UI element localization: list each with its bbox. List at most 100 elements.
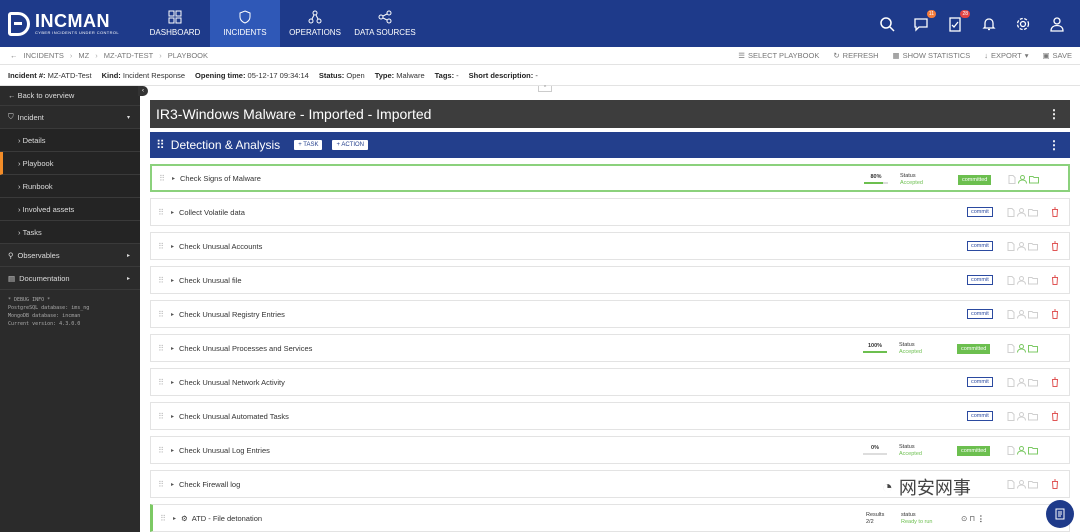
more-vertical-icon[interactable]: ⋮ — [1048, 138, 1060, 152]
tasks-button[interactable]: 28 — [946, 9, 970, 33]
task-row[interactable]: ⠿ ▸ ⚙ ATD - File detonation Results 2/2 status… — [150, 504, 1070, 532]
task-row[interactable]: ⠿ ▸ Check Unusual Accounts commit — [150, 232, 1070, 260]
user-icon[interactable] — [1017, 446, 1026, 455]
expand-arrow-icon[interactable]: ▸ — [173, 515, 181, 522]
nav-dashboard[interactable]: DASHBOARD — [140, 0, 210, 47]
drag-handle-icon[interactable]: ⠿ — [152, 174, 172, 183]
sidebar-item-tasks[interactable]: › Tasks — [0, 221, 140, 244]
expand-arrow-icon[interactable]: ▸ — [171, 243, 179, 250]
back-to-overview[interactable]: ← Back to overview — [0, 86, 140, 106]
commit-button[interactable]: commit — [967, 207, 993, 217]
play-icon[interactable]: ⊙ — [961, 514, 967, 523]
user-icon[interactable] — [1017, 378, 1026, 387]
folder-icon[interactable] — [1028, 344, 1038, 353]
document-icon[interactable] — [1007, 378, 1015, 387]
document-icon[interactable] — [1007, 412, 1015, 421]
user-icon[interactable] — [1017, 242, 1026, 251]
document-icon[interactable] — [1007, 242, 1015, 251]
nav-incidents[interactable]: INCIDENTS — [210, 0, 280, 47]
user-button[interactable] — [1048, 15, 1066, 33]
sidebar-incident[interactable]: ⛉ Incident ▾ — [0, 106, 140, 129]
folder-icon[interactable] — [1028, 242, 1038, 251]
user-icon[interactable] — [1017, 344, 1026, 353]
user-icon[interactable] — [1017, 276, 1026, 285]
settings-button[interactable] — [1014, 15, 1032, 33]
drag-handle-icon[interactable]: ⠿ — [151, 480, 171, 489]
folder-icon[interactable] — [1028, 310, 1038, 319]
drag-handle-icon[interactable]: ⠿ — [151, 446, 171, 455]
trash-icon[interactable] — [1051, 479, 1059, 489]
breadcrumb-incidents[interactable]: INCIDENTS — [24, 51, 64, 60]
drag-handle-icon[interactable]: ⠿ — [156, 138, 165, 152]
sidebar-collapse-button[interactable]: ‹ — [138, 86, 148, 96]
trash-icon[interactable] — [1051, 411, 1059, 421]
document-icon[interactable] — [1007, 310, 1015, 319]
expand-arrow-icon[interactable]: ▸ — [171, 209, 179, 216]
more-vertical-icon[interactable]: ⋮ — [977, 514, 985, 523]
folder-icon[interactable] — [1028, 480, 1038, 489]
trash-icon[interactable] — [1051, 309, 1059, 319]
document-icon[interactable] — [1007, 480, 1015, 489]
back-arrow-icon[interactable]: ← — [10, 51, 18, 60]
folder-icon[interactable] — [1029, 175, 1039, 184]
search-button[interactable] — [878, 15, 896, 33]
document-icon[interactable] — [1007, 344, 1015, 353]
task-row[interactable]: ⠿ ▸ Check Unusual Automated Tasks commit — [150, 402, 1070, 430]
document-icon[interactable] — [1007, 276, 1015, 285]
trash-icon[interactable] — [1051, 241, 1059, 251]
folder-icon[interactable] — [1028, 276, 1038, 285]
nav-operations[interactable]: OPERATIONS — [280, 0, 350, 47]
document-icon[interactable] — [1008, 175, 1016, 184]
trash-icon[interactable] — [1051, 377, 1059, 387]
sidebar-item-runbook[interactable]: › Runbook — [0, 175, 140, 198]
show-statistics-button[interactable]: ▦ SHOW STATISTICS — [893, 51, 971, 60]
drag-handle-icon[interactable]: ⠿ — [151, 378, 171, 387]
more-vertical-icon[interactable]: ⋮ — [1048, 107, 1060, 121]
save-button[interactable]: ▣ SAVE — [1042, 51, 1072, 60]
document-icon[interactable] — [1007, 208, 1015, 217]
breadcrumb-incident[interactable]: MZ-ATD-TEST — [104, 51, 153, 60]
export-button[interactable]: ↓ EXPORT ▾ — [984, 51, 1028, 60]
drag-handle-icon[interactable]: ⠿ — [151, 412, 171, 421]
commit-button[interactable]: commit — [967, 377, 993, 387]
drag-handle-icon[interactable]: ⠿ — [153, 514, 173, 523]
add-task-button[interactable]: + TASK — [294, 140, 323, 150]
document-icon[interactable] — [1007, 446, 1015, 455]
user-icon[interactable] — [1017, 412, 1026, 421]
trash-icon[interactable] — [1051, 207, 1059, 217]
task-row[interactable]: ⠿ ▸ Check Signs of Malware 80% Status Accepte… — [150, 164, 1070, 192]
unlock-icon[interactable]: ⊓ — [969, 514, 975, 523]
trash-icon[interactable] — [1051, 275, 1059, 285]
refresh-button[interactable]: ↻ REFRESH — [833, 51, 878, 60]
breadcrumb-mz[interactable]: MZ — [78, 51, 89, 60]
add-action-button[interactable]: + ACTION — [332, 140, 368, 150]
task-row[interactable]: ⠿ ▸ Check Unusual Log Entries 0% Status Accep… — [150, 436, 1070, 464]
task-row[interactable]: ⠿ ▸ Check Unusual Network Activity commit — [150, 368, 1070, 396]
folder-icon[interactable] — [1028, 208, 1038, 217]
expand-arrow-icon[interactable]: ▸ — [171, 277, 179, 284]
notifications-button[interactable] — [980, 15, 998, 33]
user-icon[interactable] — [1017, 208, 1026, 217]
sidebar-item-details[interactable]: › Details — [0, 129, 140, 152]
sidebar-observables[interactable]: ⚲ Observables ▸ — [0, 244, 140, 267]
commit-button[interactable]: commit — [967, 411, 993, 421]
sidebar-documentation[interactable]: ▤ Documentation ▸ — [0, 267, 140, 290]
select-playbook-button[interactable]: ☰ SELECT PLAYBOOK — [738, 51, 819, 60]
drag-handle-icon[interactable]: ⠿ — [151, 242, 171, 251]
header-expand-button[interactable]: ^ — [538, 86, 552, 92]
expand-arrow-icon[interactable]: ▸ — [171, 345, 179, 352]
nav-data-sources[interactable]: DATA SOURCES — [350, 0, 420, 47]
commit-button[interactable]: commit — [967, 309, 993, 319]
chat-button[interactable]: 11 — [912, 9, 936, 33]
drag-handle-icon[interactable]: ⠿ — [151, 344, 171, 353]
folder-icon[interactable] — [1028, 446, 1038, 455]
expand-arrow-icon[interactable]: ▸ — [171, 413, 179, 420]
commit-button[interactable]: commit — [967, 241, 993, 251]
logo[interactable]: INCMAN CYBER INCIDENTS UNDER CONTROL — [0, 0, 140, 47]
folder-icon[interactable] — [1028, 378, 1038, 387]
task-row[interactable]: ⠿ ▸ Check Unusual Registry Entries commit — [150, 300, 1070, 328]
sidebar-item-involved-assets[interactable]: › Involved assets — [0, 198, 140, 221]
expand-arrow-icon[interactable]: ▸ — [172, 175, 180, 182]
expand-arrow-icon[interactable]: ▸ — [171, 481, 179, 488]
user-icon[interactable] — [1017, 310, 1026, 319]
